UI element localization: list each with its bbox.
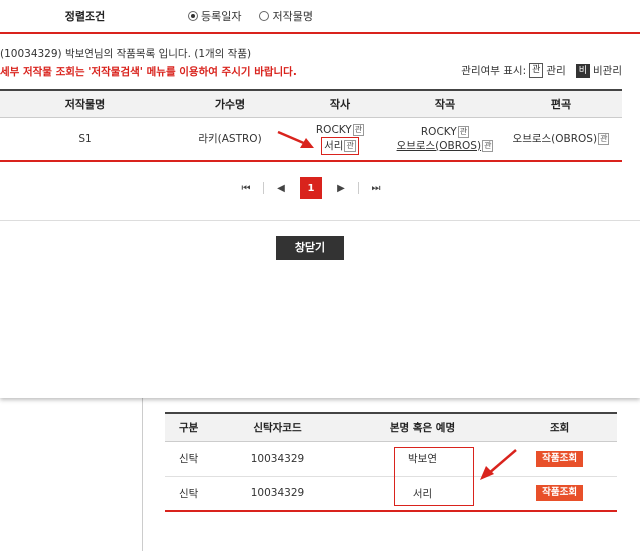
managed-badge-icon: 관 bbox=[598, 133, 610, 146]
trustee-code: 10034329 bbox=[212, 441, 343, 477]
red-arrow-icon bbox=[480, 449, 517, 480]
sort-radio-date-label: 등록일자 bbox=[201, 10, 242, 23]
trustee-section: 구분 신탁자코드 본명 혹은 예명 조회 신탁 10034329 박보연 작품조… bbox=[142, 398, 640, 551]
work-title: S1 bbox=[0, 117, 170, 162]
view-works-button[interactable]: 작품조회 bbox=[536, 485, 584, 502]
radio-unselected-icon bbox=[259, 11, 270, 21]
highlight-box-names bbox=[394, 447, 474, 506]
trustee-header-code: 신탁자코드 bbox=[212, 412, 343, 442]
works-summary: (10034329) 박보연님의 작품목록 입니다. (1개의 작품) bbox=[0, 48, 252, 60]
footer-divider bbox=[0, 220, 640, 221]
lyricist-seori[interactable]: 서리 bbox=[324, 140, 343, 152]
trustee-header-name: 본명 혹은 예명 bbox=[342, 412, 503, 442]
legend-managed-label: 관리 bbox=[546, 65, 566, 77]
legend-unmanaged-label: 비관리 bbox=[593, 65, 622, 77]
table-row: 신탁 10034329 서리 작품조회 bbox=[165, 476, 617, 512]
page-number-current[interactable]: 1 bbox=[300, 177, 322, 199]
managed-badge-icon: 관 bbox=[457, 125, 470, 138]
works-popup: 정렬조건 등록일자 저작물명 (10034329) 박보연님의 작품목록 입니다… bbox=[0, 0, 640, 398]
sort-radio-title[interactable]: 저작물명 bbox=[259, 8, 313, 24]
pager-divider bbox=[263, 182, 264, 194]
trustee-header-action: 조회 bbox=[502, 412, 617, 442]
works-header-lyricist: 작사 bbox=[290, 89, 390, 118]
prev-page-icon[interactable]: ◀ bbox=[270, 177, 292, 199]
trustee-action-cell: 작품조회 bbox=[502, 476, 617, 512]
table-row: 신탁 10034329 박보연 작품조회 bbox=[165, 441, 617, 477]
work-composers: ROCKY 관 오브로스(OBROS) 관 bbox=[390, 117, 500, 162]
composer-line: ROCKY 관 bbox=[390, 125, 500, 139]
sort-radio-date[interactable]: 등록일자 bbox=[188, 8, 241, 24]
search-notice: 세부 저작물 조회는 '저작물검색' 메뉴를 이용하여 주시기 바랍니다. bbox=[0, 66, 297, 78]
managed-badge-icon: 관 bbox=[482, 139, 494, 152]
composer-rocky[interactable]: ROCKY bbox=[421, 126, 457, 138]
composer-obros-link[interactable]: 오브로스(OBROS) bbox=[397, 140, 482, 152]
managed-badge-icon: 관 bbox=[352, 123, 365, 136]
managed-badge-icon: 관 bbox=[529, 63, 544, 78]
work-arranger: 오브로스(OBROS) 관 bbox=[500, 117, 622, 162]
work-singer: 라키(ASTRO) bbox=[170, 117, 290, 162]
legend-prefix: 관리여부 표시: bbox=[461, 65, 527, 77]
close-window-button[interactable]: 창닫기 bbox=[276, 236, 344, 260]
unmanaged-badge-icon: 비 bbox=[575, 63, 591, 78]
next-page-icon[interactable]: ▶ bbox=[330, 177, 352, 199]
last-page-icon[interactable]: ⏭ bbox=[365, 177, 387, 199]
radio-selected-icon bbox=[188, 11, 198, 21]
lyricist-rocky[interactable]: ROCKY bbox=[316, 124, 352, 136]
first-page-icon[interactable]: ⏮ bbox=[235, 177, 257, 199]
sort-label: 정렬조건 bbox=[64, 10, 106, 23]
pagination: ⏮ ◀ 1 ▶ ⏭ bbox=[0, 176, 622, 200]
composer-line: 오브로스(OBROS) 관 bbox=[390, 139, 500, 153]
page: 구분 신탁자코드 본명 혹은 예명 조회 신탁 10034329 박보연 작품조… bbox=[0, 0, 640, 551]
works-header-title: 저작물명 bbox=[0, 89, 170, 118]
trustee-table: 구분 신탁자코드 본명 혹은 예명 조회 신탁 10034329 박보연 작품조… bbox=[165, 412, 617, 512]
pager-divider bbox=[358, 182, 359, 194]
trustee-action-cell: 작품조회 bbox=[502, 441, 617, 477]
sort-options-row: 정렬조건 등록일자 저작물명 bbox=[0, 0, 640, 34]
works-header-singer: 가수명 bbox=[170, 89, 290, 118]
trustee-header-row: 구분 신탁자코드 본명 혹은 예명 조회 bbox=[165, 412, 617, 442]
trustee-code: 10034329 bbox=[212, 476, 343, 512]
sort-radio-title-label: 저작물명 bbox=[272, 10, 313, 23]
trustee-type: 신탁 bbox=[165, 476, 213, 512]
trustee-header-type: 구분 bbox=[165, 412, 213, 442]
works-header-composer: 작곡 bbox=[390, 89, 500, 118]
trustee-type: 신탁 bbox=[165, 441, 213, 477]
management-legend: 관리여부 표시: 관 관리 비 비관리 bbox=[461, 63, 622, 78]
red-arrow-icon bbox=[277, 130, 314, 148]
works-header-arranger: 편곡 bbox=[500, 89, 622, 118]
view-works-button[interactable]: 작품조회 bbox=[536, 450, 584, 467]
managed-badge-icon: 관 bbox=[344, 139, 356, 152]
arranger-obros-link[interactable]: 오브로스(OBROS) bbox=[513, 133, 598, 145]
highlight-box-lyricist: 서리 관 bbox=[321, 136, 359, 155]
works-header-row: 저작물명 가수명 작사 작곡 편곡 bbox=[0, 89, 622, 118]
